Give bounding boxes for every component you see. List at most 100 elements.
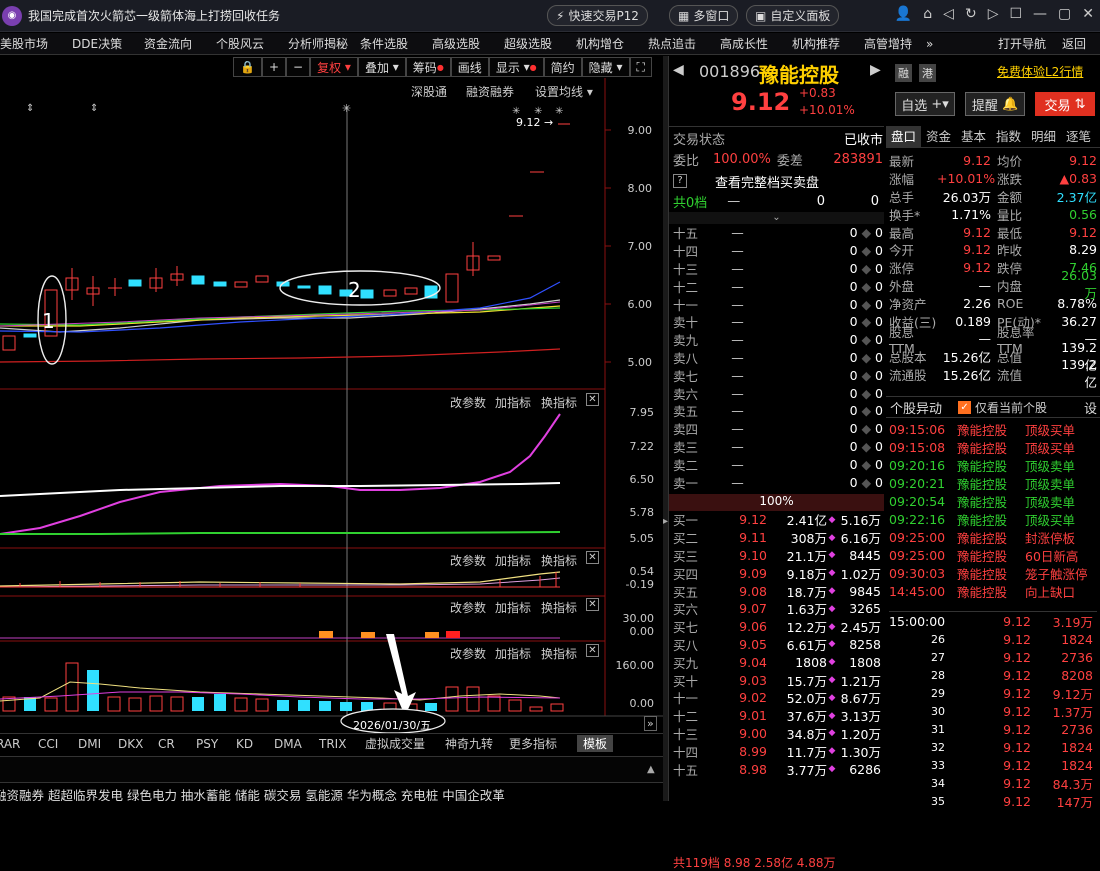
bid-level-row[interactable]: 买六 9.07 1.63万 ◆ 3265 — [673, 600, 883, 618]
watchlist-button[interactable]: 自选 +▾ — [895, 92, 955, 116]
menu-back[interactable]: 返回 — [1062, 35, 1086, 52]
movement-item[interactable]: 14:45:00 豫能控股 向上缺口 — [889, 582, 1099, 600]
menu-item[interactable]: 美股市场 — [0, 35, 48, 52]
ask-level-row[interactable]: 卖六 — 0 ◆ 0 — [673, 384, 883, 402]
skin-icon[interactable]: ☐ — [1009, 6, 1022, 22]
close-panel-icon[interactable]: ✕ — [586, 393, 599, 406]
tab-tick[interactable]: 逐笔 — [1061, 126, 1096, 147]
bid-level-row[interactable]: 十一 9.02 52.0万 ◆ 8.67万 — [673, 689, 883, 707]
tab-detail[interactable]: 明细 — [1026, 126, 1061, 147]
movement-settings[interactable]: 设 — [1084, 398, 1097, 417]
change-param-button[interactable]: 改参数 — [450, 394, 486, 411]
menu-item[interactable]: 超级选股 — [504, 35, 552, 52]
movement-item[interactable]: 09:25:00 豫能控股 60日新高 — [889, 546, 1099, 564]
movement-item[interactable]: 09:20:21 豫能控股 顶级卖单 — [889, 474, 1099, 492]
menu-item[interactable]: 资金流向 — [144, 35, 192, 52]
menu-item[interactable]: DDE决策 — [72, 35, 122, 52]
bid-level-row[interactable]: 买二 9.11 308万 ◆ 6.16万 — [673, 529, 883, 547]
forward-icon[interactable]: ▷ — [988, 6, 999, 22]
ask-level-row[interactable]: 卖三 — 0 ◆ 0 — [673, 438, 883, 456]
menu-open-nav[interactable]: 打开导航 — [998, 35, 1046, 52]
change-param-button[interactable]: 改参数 — [450, 599, 486, 616]
minimize-icon[interactable]: — — [1033, 6, 1047, 22]
indicator-tab[interactable]: CCI — [38, 737, 78, 751]
switch-indicator-button[interactable]: 换指标 — [541, 645, 577, 662]
ask-level-row[interactable]: 卖八 — 0 ◆ 0 — [673, 349, 883, 367]
bid-level-row[interactable]: 买四 9.09 9.18万 ◆ 1.02万 — [673, 564, 883, 582]
bid-level-row[interactable]: 买五 9.08 18.7万 ◆ 9845 — [673, 582, 883, 600]
refresh-icon[interactable]: ↻ — [965, 6, 977, 22]
movement-item[interactable]: 09:30:03 豫能控股 笼子触涨停 — [889, 564, 1099, 582]
scroll-right-icon[interactable]: » — [644, 716, 657, 731]
expand-icon[interactable]: ⌄ — [669, 212, 884, 224]
ask-level-row[interactable]: 卖一 — 0 ◆ 0 — [673, 473, 883, 491]
switch-indicator-button[interactable]: 换指标 — [541, 552, 577, 569]
add-indicator-button[interactable]: 加指标 — [495, 394, 531, 411]
ask-level-row[interactable]: 十四 — 0 ◆ 0 — [673, 242, 883, 260]
menu-item[interactable]: 热点追击 — [648, 35, 696, 52]
indicator-tab[interactable]: PSY — [196, 737, 236, 751]
menu-item[interactable]: 高管增持 — [864, 35, 912, 52]
bid-level-row[interactable]: 买一 9.12 2.41亿 ◆ 5.16万 — [673, 511, 883, 529]
ask-level-row[interactable]: 卖五 — 0 ◆ 0 — [673, 402, 883, 420]
next-stock-icon[interactable]: ▶ — [870, 62, 881, 78]
movement-item[interactable]: 09:25:00 豫能控股 封涨停板 — [889, 528, 1099, 546]
bid-level-row[interactable]: 买八 9.05 6.61万 ◆ 8258 — [673, 636, 883, 654]
ask-level-row[interactable]: 十三 — 0 ◆ 0 — [673, 260, 883, 278]
close-icon[interactable]: ✕ — [1082, 6, 1094, 22]
bid-level-row[interactable]: 买九 9.04 1808 ◆ 1808 — [673, 653, 883, 671]
help-icon[interactable]: ? — [673, 174, 687, 188]
user-icon[interactable]: 👤 — [895, 6, 912, 22]
menu-item[interactable]: 分析师揭秘 — [288, 35, 348, 52]
menu-item[interactable]: 机构增仓 — [576, 35, 624, 52]
ask-level-row[interactable]: 卖七 — 0 ◆ 0 — [673, 366, 883, 384]
add-indicator-button[interactable]: 加指标 — [495, 552, 531, 569]
bid-level-row[interactable]: 十二 9.01 37.6万 ◆ 3.13万 — [673, 707, 883, 725]
menu-item[interactable]: 高级选股 — [432, 35, 480, 52]
menu-more[interactable]: » — [926, 37, 933, 51]
indicator-tab[interactable]: DKX — [118, 737, 158, 751]
close-panel-icon[interactable]: ✕ — [586, 598, 599, 611]
change-param-button[interactable]: 改参数 — [450, 645, 486, 662]
indicator-tab[interactable]: 神奇九转 — [445, 735, 509, 752]
quick-trade-button[interactable]: ⚡ 快速交易P12 — [547, 5, 648, 26]
custom-panel-button[interactable]: ▣ 自定义面板 — [746, 5, 840, 26]
bid-level-row[interactable]: 买十 9.03 15.7万 ◆ 1.21万 — [673, 671, 883, 689]
alert-button[interactable]: 提醒 🔔 — [965, 92, 1025, 116]
bid-level-row[interactable]: 买七 9.06 12.2万 ◆ 2.45万 — [673, 618, 883, 636]
ask-level-row[interactable]: 卖九 — 0 ◆ 0 — [673, 331, 883, 349]
kline-chart-area[interactable]: 🔒 + − 复权 ▾ 叠加 ▾ 筹码 ● 画线 显示 ▾ ● 简约 隐藏 ▾ ⛶ 深… — [0, 56, 663, 801]
tab-quote[interactable]: 盘口 — [886, 126, 921, 147]
multi-window-button[interactable]: ▦ 多窗口 — [669, 5, 739, 26]
menu-item[interactable]: 个股风云 — [216, 35, 264, 52]
current-stock-filter[interactable]: 仅看当前个股 — [975, 399, 1047, 416]
movement-item[interactable]: 09:22:16 豫能控股 顶级买单 — [889, 510, 1099, 528]
switch-indicator-button[interactable]: 换指标 — [541, 394, 577, 411]
l2-trial-link[interactable]: 免费体验L2行情 — [997, 63, 1083, 80]
ask-level-row[interactable]: 卖四 — 0 ◆ 0 — [673, 420, 883, 438]
indicator-tab[interactable]: KD — [236, 737, 274, 751]
ask-level-row[interactable]: 十一 — 0 ◆ 0 — [673, 295, 883, 313]
indicator-tab[interactable]: TRIX — [319, 737, 365, 751]
menu-item[interactable]: 条件选股 — [360, 35, 408, 52]
ask-level-row[interactable]: 卖二 — 0 ◆ 0 — [673, 455, 883, 473]
indicator-tab[interactable]: DMI — [78, 737, 118, 751]
menu-item[interactable]: 机构推荐 — [792, 35, 840, 52]
indicator-tab[interactable]: 虚拟成交量 — [365, 735, 445, 752]
add-indicator-button[interactable]: 加指标 — [495, 645, 531, 662]
tab-fund[interactable]: 资金 — [921, 126, 956, 147]
indicator-tab[interactable]: CR — [158, 737, 196, 751]
ask-level-row[interactable]: 十二 — 0 ◆ 0 — [673, 277, 883, 295]
scroll-up-icon[interactable]: ▲ — [647, 764, 655, 775]
menu-item[interactable]: 高成长性 — [720, 35, 768, 52]
bid-level-row[interactable]: 十四 8.99 11.7万 ◆ 1.30万 — [673, 742, 883, 760]
bid-level-row[interactable]: 十三 9.00 34.8万 ◆ 1.20万 — [673, 725, 883, 743]
movement-item[interactable]: 09:15:06 豫能控股 顶级买单 — [889, 420, 1099, 438]
tab-index[interactable]: 指数 — [991, 126, 1026, 147]
indicator-tab[interactable]: RAR — [0, 737, 38, 751]
home-icon[interactable]: ⌂ — [923, 6, 932, 22]
bid-level-row[interactable]: 买三 9.10 21.1万 ◆ 8445 — [673, 547, 883, 565]
bid-level-row[interactable]: 十五 8.98 3.77万 ◆ 6286 — [673, 760, 883, 778]
back-icon[interactable]: ◁ — [943, 6, 954, 22]
movement-item[interactable]: 09:15:08 豫能控股 顶级买单 — [889, 438, 1099, 456]
